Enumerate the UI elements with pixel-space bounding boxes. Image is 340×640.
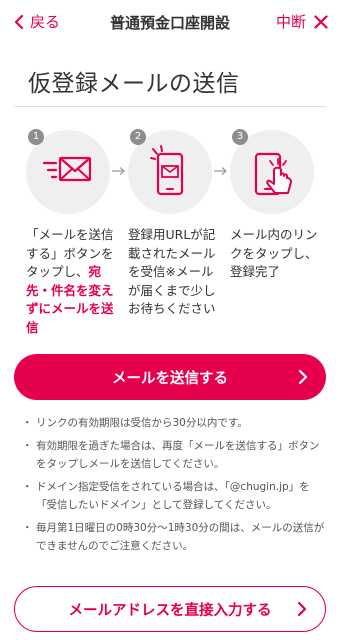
notes-list: リンクの有効期限は受信から30分以内です。 有効期限を過ぎた場合は、再度「メール… [22, 414, 326, 560]
send-mail-button-label: メールを送信する [112, 370, 228, 387]
chevron-right-icon [297, 601, 307, 617]
step-1-text: 「メールを送信する」ボタンをタップし、宛先・件名を変えずにメールを送信 [26, 227, 114, 335]
note-item: 毎月第1日曜日の0時30分〜1時30分の間は、メールの送信ができませんのでご注意… [22, 519, 326, 555]
step-3-text: メール内のリンクをタップし、登録完了 [230, 227, 318, 279]
step-2-text: 登録用URLが記載されたメールを受信※メールが届くまで少しお待ちください [128, 227, 216, 316]
note-item: リンクの有効期限は受信から30分以内です。 [22, 414, 326, 432]
divider [14, 106, 326, 107]
enter-email-directly-button[interactable]: メールアドレスを直接入力する [14, 586, 326, 632]
step-3-badge: 3 [232, 129, 248, 145]
step-2-badge: 2 [130, 129, 146, 145]
app-header: 戻る 普通預金口座開設 中断 [0, 0, 340, 44]
arrow-right-icon [112, 167, 125, 175]
arrow-right-icon [214, 167, 227, 175]
enter-email-directly-label: メールアドレスを直接入力する [68, 602, 272, 619]
page-title: 仮登録メールの送信 [28, 71, 240, 97]
chevron-right-icon [298, 369, 308, 385]
note-item: 有効期限を過ぎた場合は、再度「メールを送信する」ボタンをタップしメールを送信して… [22, 437, 326, 473]
close-icon [314, 14, 328, 29]
note-item: ドメイン指定受信をされている場合は、「@chugin.jp」を「受信したいドメイ… [22, 478, 326, 514]
cancel-button[interactable]: 中断 [276, 11, 328, 32]
cancel-label: 中断 [275, 13, 306, 31]
send-mail-button[interactable]: メールを送信する [14, 354, 326, 400]
step-1-badge: 1 [28, 129, 44, 145]
